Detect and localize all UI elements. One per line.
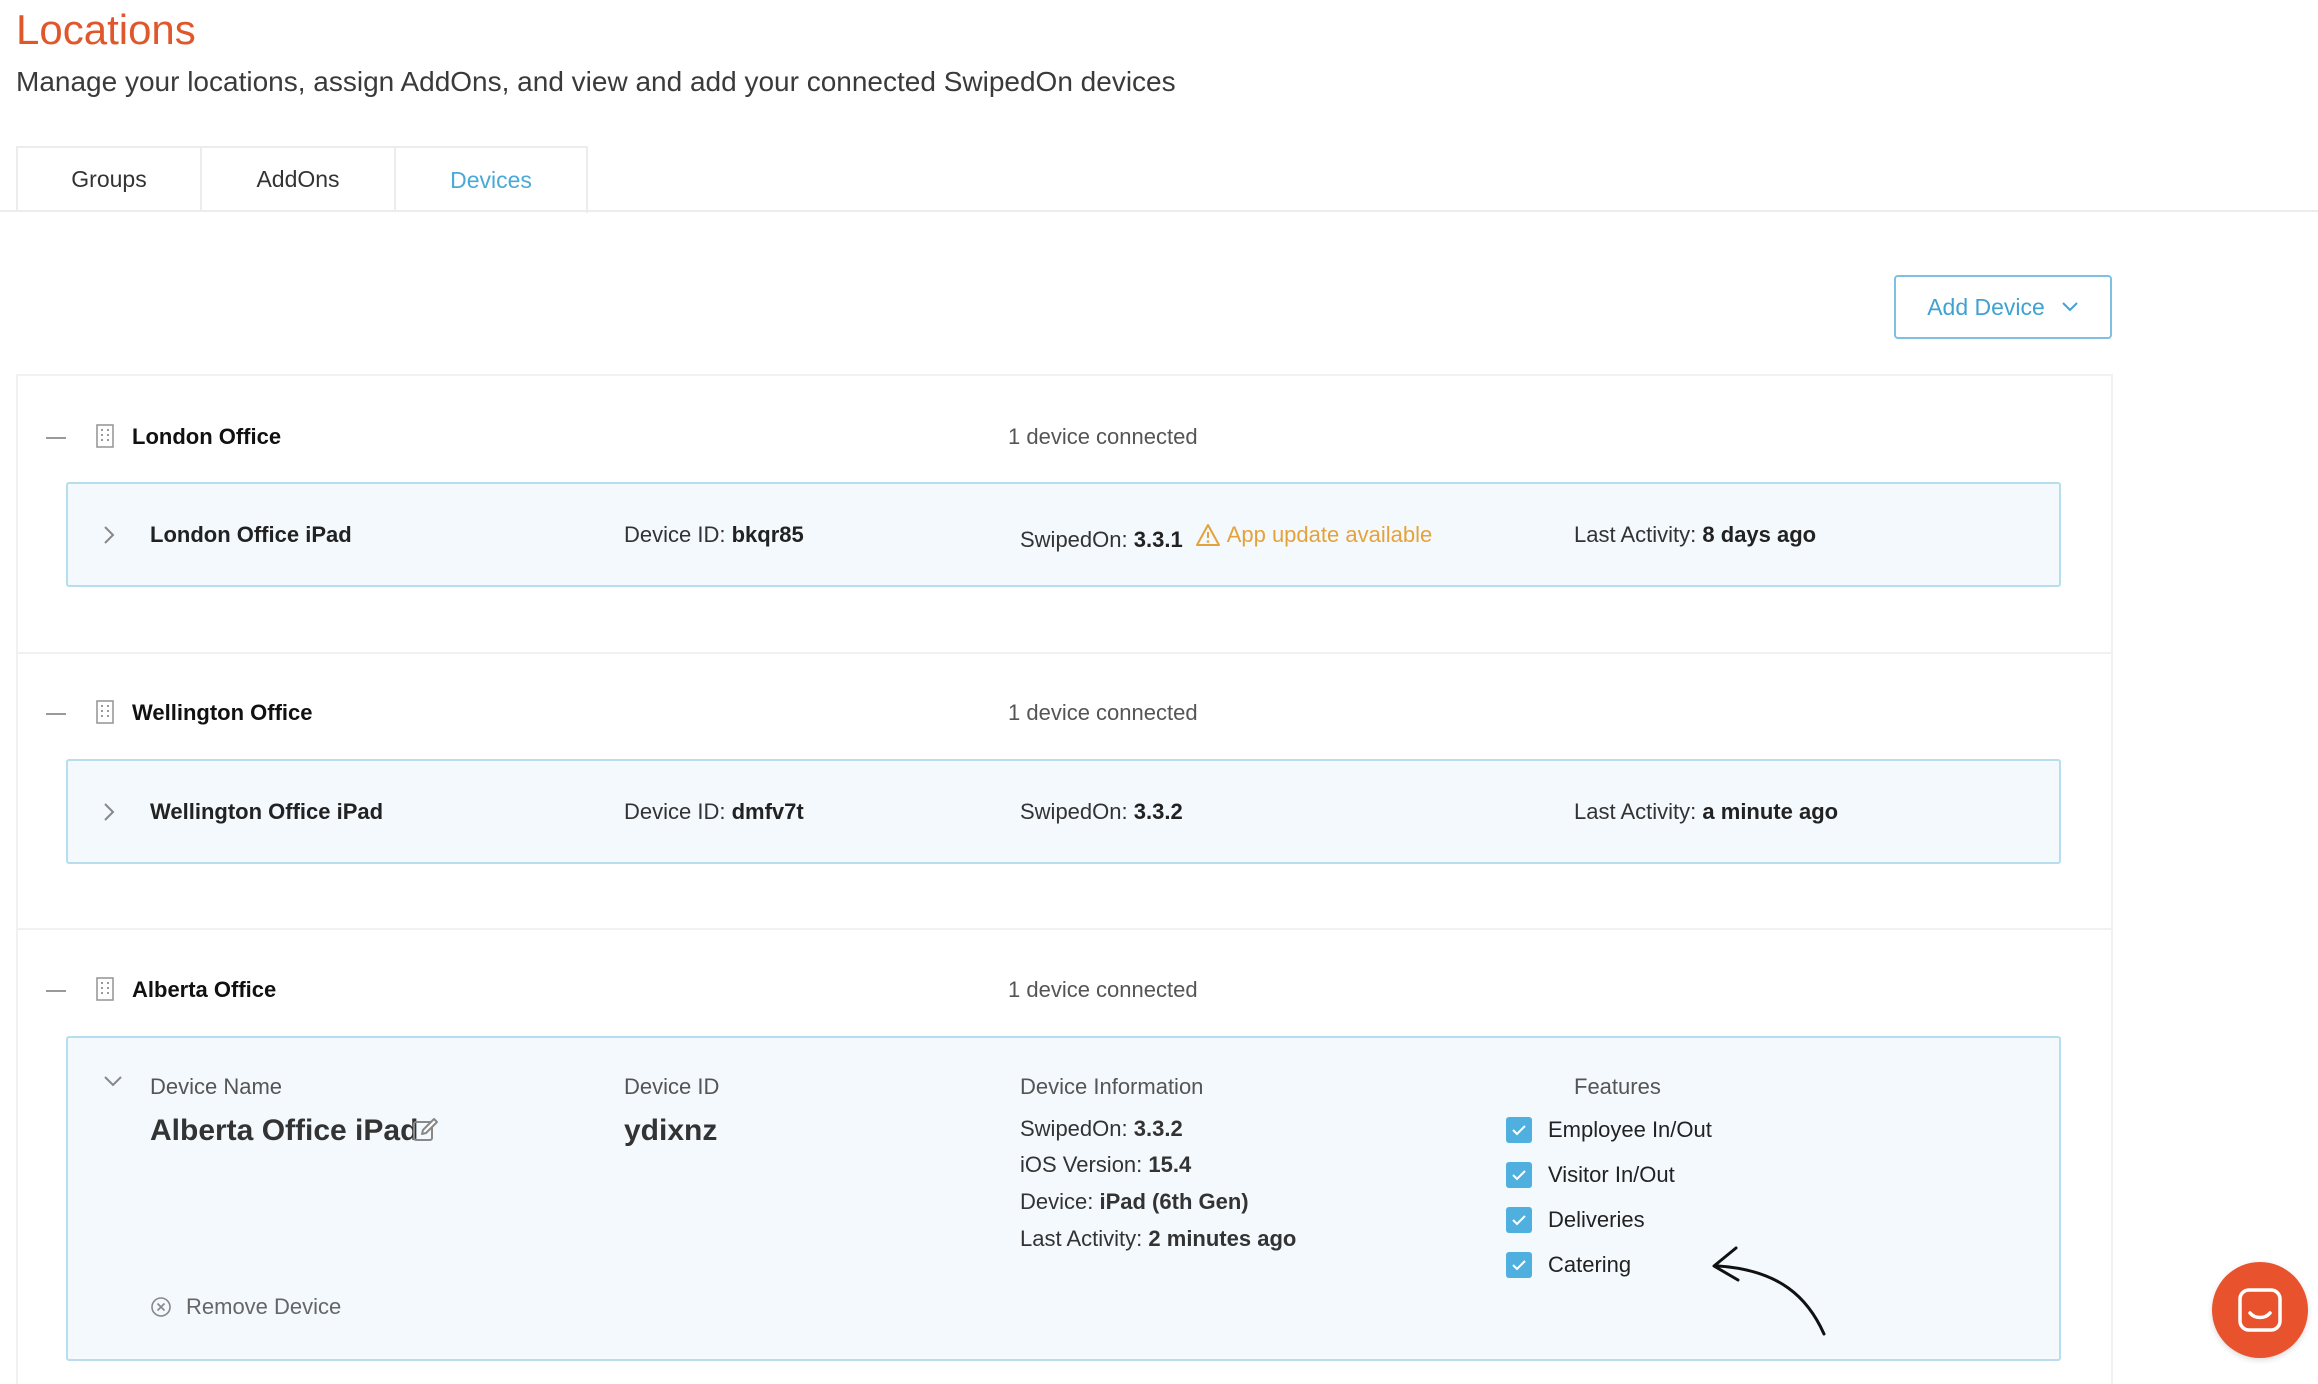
feature-label: Catering	[1548, 1252, 1632, 1277]
group-header-wellington: Wellington Office	[46, 696, 312, 732]
tab-bar: Groups AddOns Devices	[16, 146, 588, 213]
page-subtitle: Manage your locations, assign AddOns, an…	[16, 66, 1176, 97]
feature-label: Visitor In/Out	[1548, 1162, 1675, 1187]
tab-devices[interactable]: Devices	[396, 146, 588, 213]
remove-device-button[interactable]: Remove Device	[150, 1294, 341, 1320]
group-name: Alberta Office	[132, 977, 277, 1002]
swipedon-version: SwipedOn: 3.3.2	[1020, 1116, 1183, 1141]
group-device-count: 1 device connected	[1008, 424, 1198, 449]
feature-catering: Catering	[1506, 1252, 1631, 1278]
group-device-count: 1 device connected	[1008, 700, 1198, 725]
update-warning[interactable]: App update available	[1195, 522, 1432, 548]
chevron-right-icon[interactable]	[102, 524, 116, 546]
annotation-arrow-icon	[1712, 1246, 1826, 1336]
device-id: Device ID: dmfv7t	[624, 799, 804, 824]
chat-launcher-button[interactable]	[2212, 1262, 2308, 1358]
check-icon	[1512, 1125, 1526, 1136]
tab-addons[interactable]: AddOns	[202, 146, 396, 211]
group-header-london: London Office	[46, 420, 281, 456]
device-id-heading: Device ID	[624, 1074, 720, 1099]
group-header-alberta: Alberta Office	[46, 973, 276, 1009]
device-row-wellington[interactable]: Wellington Office iPad Device ID: dmfv7t…	[66, 759, 2061, 864]
collapse-group-icon[interactable]	[46, 713, 66, 715]
feature-checkbox[interactable]	[1506, 1117, 1532, 1143]
last-activity: Last Activity: a minute ago	[1574, 799, 1839, 824]
collapse-group-icon[interactable]	[46, 990, 66, 992]
building-icon	[96, 700, 114, 724]
feature-checkbox[interactable]	[1506, 1252, 1532, 1278]
group-name: Wellington Office	[132, 700, 313, 725]
group-device-count: 1 device connected	[1008, 977, 1198, 1002]
remove-device-label: Remove Device	[186, 1294, 342, 1319]
tab-divider	[0, 210, 2318, 212]
collapse-group-icon[interactable]	[46, 437, 66, 439]
feature-label: Employee In/Out	[1548, 1117, 1712, 1142]
chat-icon	[2238, 1288, 2282, 1332]
check-icon	[1512, 1170, 1526, 1181]
device-info-heading: Device Information	[1020, 1074, 1204, 1099]
edit-icon[interactable]	[412, 1116, 440, 1144]
feature-deliveries: Deliveries	[1506, 1207, 1645, 1233]
feature-label: Deliveries	[1548, 1207, 1645, 1232]
close-circle-icon	[151, 1297, 171, 1317]
device-name: Alberta Office iPad	[150, 1114, 419, 1147]
swipedon-version: SwipedOn: 3.3.2	[1020, 799, 1183, 824]
device-name: London Office iPad	[150, 522, 352, 547]
device-model: Device: iPad (6th Gen)	[1020, 1189, 1249, 1214]
feature-employee-in-out: Employee In/Out	[1506, 1117, 1712, 1143]
chevron-down-icon	[2062, 302, 2078, 312]
last-activity: Last Activity: 8 days ago	[1574, 522, 1817, 547]
swipedon-version: SwipedOn: 3.3.1 App update available	[1020, 522, 1433, 552]
group-name: London Office	[132, 424, 282, 449]
ios-version: iOS Version: 15.4	[1020, 1152, 1192, 1177]
device-id: Device ID: bkqr85	[624, 522, 804, 547]
feature-checkbox[interactable]	[1506, 1162, 1532, 1188]
building-icon	[96, 424, 114, 448]
device-name: Wellington Office iPad	[150, 799, 384, 824]
features-heading: Features	[1574, 1074, 1661, 1099]
warning-icon	[1195, 524, 1220, 546]
feature-checkbox[interactable]	[1506, 1207, 1532, 1233]
check-icon	[1512, 1215, 1526, 1226]
add-device-label: Add Device	[1927, 293, 2045, 320]
feature-visitor-in-out: Visitor In/Out	[1506, 1162, 1675, 1188]
building-icon	[96, 977, 114, 1001]
device-row-london[interactable]: London Office iPad Device ID: bkqr85 Swi…	[66, 482, 2061, 587]
device-name-heading: Device Name	[150, 1074, 283, 1099]
section-divider	[16, 652, 2113, 654]
chevron-down-icon[interactable]	[102, 1074, 124, 1088]
chevron-right-icon[interactable]	[102, 801, 116, 823]
tab-groups[interactable]: Groups	[16, 146, 202, 211]
last-activity: Last Activity: 2 minutes ago	[1020, 1226, 1297, 1251]
page-title: Locations	[16, 6, 196, 53]
section-divider	[16, 928, 2113, 930]
device-id: ydixnz	[624, 1114, 718, 1147]
add-device-button[interactable]: Add Device	[1894, 275, 2112, 339]
check-icon	[1512, 1260, 1526, 1271]
